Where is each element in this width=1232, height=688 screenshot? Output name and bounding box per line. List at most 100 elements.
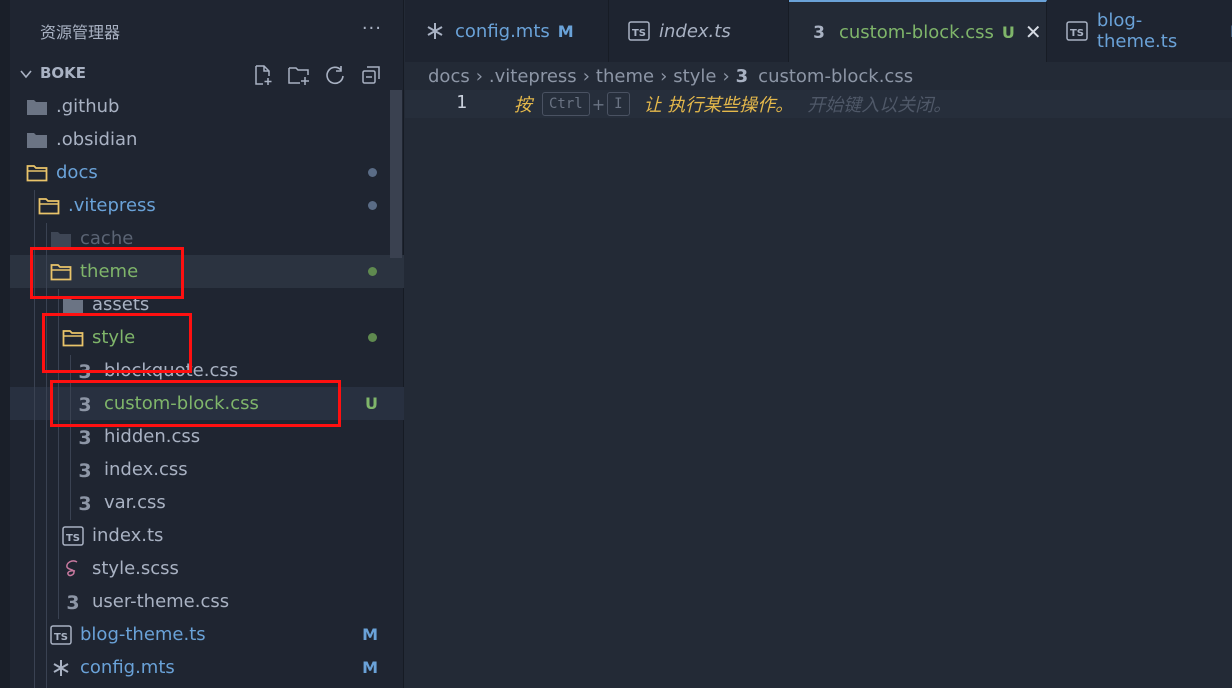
ts-icon: TS [50,624,72,645]
tree-item-label: cache [80,228,134,249]
breadcrumb: docs › .vitepress › theme › style › 3 cu… [428,62,913,90]
new-folder-icon[interactable] [286,62,312,88]
svg-text:3: 3 [78,460,91,480]
git-status-badge: M [362,625,378,644]
tab-label: custom-block.css [839,21,994,43]
tree-item-label: style.scss [92,558,179,579]
css-icon: 3 [807,21,831,43]
tab-label: blog-theme.ts [1096,10,1178,52]
svg-text:3: 3 [78,427,91,447]
new-file-icon[interactable] [250,62,276,88]
chevron-right-icon: › [722,65,730,87]
tab-blog-theme-ts[interactable]: TS blog-theme.ts M [1047,0,1232,62]
folder-icon [26,97,48,117]
tree-item-index-ts[interactable]: TS index.ts [10,519,404,552]
tree-item-vitepress[interactable]: .vitepress [10,189,404,222]
indent-guide [34,190,35,688]
tree-item-user-theme-css[interactable]: 3 user-theme.css [10,585,404,618]
tree-item-obsidian[interactable]: .obsidian [10,123,404,156]
indent-guide [58,289,59,619]
chevron-right-icon: › [660,65,668,87]
explorer-title: 资源管理器 [40,23,121,42]
tree-item-cache[interactable]: cache [10,222,404,255]
tree-item-label: index.ts [92,525,164,546]
folder-open-icon [38,196,60,216]
line-number: 1 [456,92,467,113]
asterisk-icon [423,20,447,42]
editor-tab-bar: config.mts M TS index.ts 3 custom-block.… [405,0,1232,62]
workspace-section-header[interactable]: BOKE [10,58,404,90]
tab-index-ts[interactable]: TS index.ts [609,0,789,62]
tab-status-badge: U [1001,22,1015,42]
css-icon: 3 [74,493,96,513]
chevron-right-icon: › [475,65,483,87]
tree-item-blog-theme-ts[interactable]: TS blog-theme.ts M [10,618,404,651]
folder-icon [62,295,84,315]
more-actions-button[interactable]: ··· [362,18,382,39]
section-actions [250,62,384,88]
indent-guide [46,223,47,688]
tree-item-label: assets [92,294,150,315]
tree-item-label: custom-block.css [104,393,259,414]
git-status-badge: U [365,394,378,413]
sass-icon [62,559,84,579]
svg-text:3: 3 [78,493,91,513]
tree-item-label: user-theme.css [92,591,230,612]
tree-item-label: .vitepress [68,195,156,216]
svg-text:TS: TS [54,632,68,643]
hint-dismiss: 开始键入以关闭。 [807,95,952,116]
ts-icon: TS [62,525,84,546]
tree-item-docs[interactable]: docs [10,156,404,189]
chevron-right-icon: › [582,65,590,87]
tab-custom-block-css[interactable]: 3 custom-block.css U ✕ [789,0,1047,62]
refresh-icon[interactable] [322,62,348,88]
svg-text:TS: TS [632,28,646,39]
tree-item-label: docs [56,162,98,183]
breadcrumb-item[interactable]: theme [596,66,654,87]
breadcrumb-item[interactable]: docs [428,66,470,87]
tree-item-style-scss[interactable]: style.scss [10,552,404,585]
tree-item-label: config.mts [80,657,175,678]
modified-dot [368,168,377,177]
tree-item-label: hidden.css [104,426,201,447]
modified-dot [368,333,377,342]
folder-open-icon [26,163,48,183]
tab-status-badge: M [557,21,574,41]
editor-placeholder-hint: 按 Ctrl + I 让 执行某些操作。 开始键入以关闭。 [514,91,951,117]
breadcrumb-item[interactable]: custom-block.css [758,66,913,87]
sidebar-scrollbar[interactable] [390,90,402,258]
tree-item-label: .obsidian [56,129,138,150]
close-icon[interactable]: ✕ [1025,20,1042,44]
asterisk-icon [50,658,72,678]
tree-item-config-mts[interactable]: config.mts M [10,651,404,684]
tree-item-label: theme [80,261,139,282]
svg-text:3: 3 [66,592,79,612]
collapse-all-icon[interactable] [358,62,384,88]
tree-item-theme[interactable]: theme [10,255,404,288]
tab-config-mts[interactable]: config.mts M [405,0,609,62]
hint-press: 按 [514,95,532,116]
key-plus: + [591,94,606,114]
folder-icon [26,130,48,150]
tree-item-style[interactable]: style [10,321,404,354]
git-status-badge: M [362,658,378,677]
modified-dot [368,201,377,210]
tree-item-label: blockquote.css [104,360,239,381]
modified-dot [368,267,377,276]
tab-label: config.mts [455,20,550,42]
folder-icon [50,229,72,249]
key-i: I [607,92,630,116]
ts-icon: TS [1065,20,1089,42]
css-icon: 3 [62,592,84,612]
breadcrumb-item[interactable]: .vitepress [489,66,577,87]
svg-text:3: 3 [78,394,91,414]
svg-text:TS: TS [66,533,80,544]
tree-item-assets[interactable]: assets [10,288,404,321]
svg-text:3: 3 [813,23,825,42]
tree-item-label: style [92,327,136,348]
tree-item-label: .github [56,96,120,117]
tree-item-github[interactable]: .github [10,90,404,123]
explorer-sidebar: 资源管理器 ··· BOKE .github .obsidian docs .vite… [0,0,404,688]
svg-text:3: 3 [78,361,91,381]
breadcrumb-item[interactable]: style [673,66,716,87]
